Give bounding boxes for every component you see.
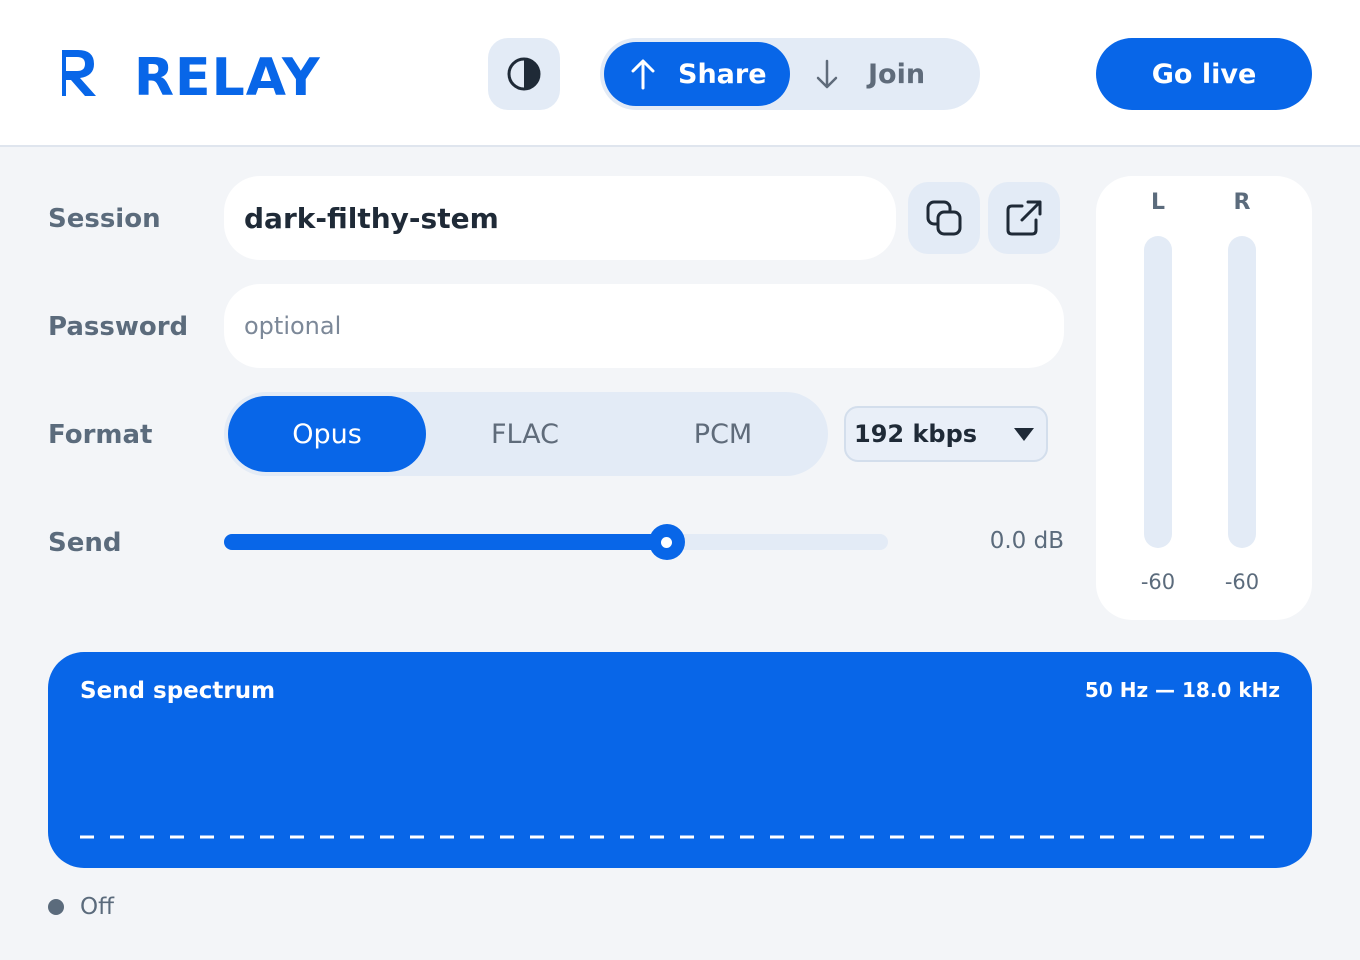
format-option-pcm[interactable]: PCM [624, 396, 822, 472]
send-label: Send [48, 528, 122, 558]
copy-icon [926, 200, 962, 236]
contrast-icon [507, 57, 541, 91]
format-label: Format [48, 420, 153, 450]
slider-fill [224, 534, 667, 550]
go-live-button[interactable]: Go live [1096, 38, 1312, 110]
copy-session-button[interactable] [908, 182, 980, 254]
open-session-button[interactable] [988, 182, 1060, 254]
bitrate-value: 192 kbps [854, 420, 978, 448]
session-input[interactable]: dark-filthy-stem [224, 176, 896, 260]
send-gain-value: 0.0 dB [989, 528, 1064, 554]
join-mode-button[interactable]: Join [796, 42, 976, 106]
meter-left-db: -60 [1140, 570, 1176, 594]
app-name: RELAY [134, 48, 321, 108]
send-spectrum-panel: Send spectrum 50 Hz — 18.0 kHz [48, 652, 1312, 868]
relay-logo-icon [54, 50, 96, 96]
chevron-down-icon [1014, 428, 1034, 441]
status-indicator [48, 899, 64, 915]
level-meter-panel: L -60 R -60 [1096, 176, 1312, 620]
meter-left-label: L [1150, 190, 1166, 215]
theme-toggle-button[interactable] [488, 38, 560, 110]
password-label: Password [48, 312, 189, 342]
join-mode-label: Join [868, 58, 926, 90]
external-link-icon [1006, 200, 1042, 236]
meter-right-label: R [1233, 190, 1251, 215]
share-mode-label: Share [678, 58, 767, 90]
spectrum-baseline [80, 835, 1280, 839]
arrow-down-icon [816, 59, 838, 89]
meter-right-db: -60 [1224, 570, 1260, 594]
password-input[interactable]: optional [224, 284, 1064, 368]
arrow-up-icon [631, 59, 655, 90]
meter-left-track [1144, 236, 1172, 548]
status-text: Off [80, 894, 114, 920]
format-option-flac[interactable]: FLAC [426, 396, 624, 472]
meter-right-track [1228, 236, 1256, 548]
session-value: dark-filthy-stem [244, 201, 499, 235]
bitrate-select[interactable]: 192 kbps [844, 406, 1048, 462]
share-mode-button[interactable]: Share [604, 42, 790, 106]
logo: RELAY [54, 48, 320, 106]
connection-status: Off [48, 894, 114, 920]
format-option-opus[interactable]: Opus [228, 396, 426, 472]
app-header: RELAY Share Join Go live [0, 0, 1360, 147]
session-label: Session [48, 204, 161, 234]
send-gain-slider[interactable] [224, 524, 888, 560]
mode-switch: Share Join [600, 38, 980, 110]
format-selector: Opus FLAC PCM [224, 392, 828, 476]
slider-thumb[interactable] [648, 524, 685, 560]
password-placeholder: optional [244, 312, 342, 340]
